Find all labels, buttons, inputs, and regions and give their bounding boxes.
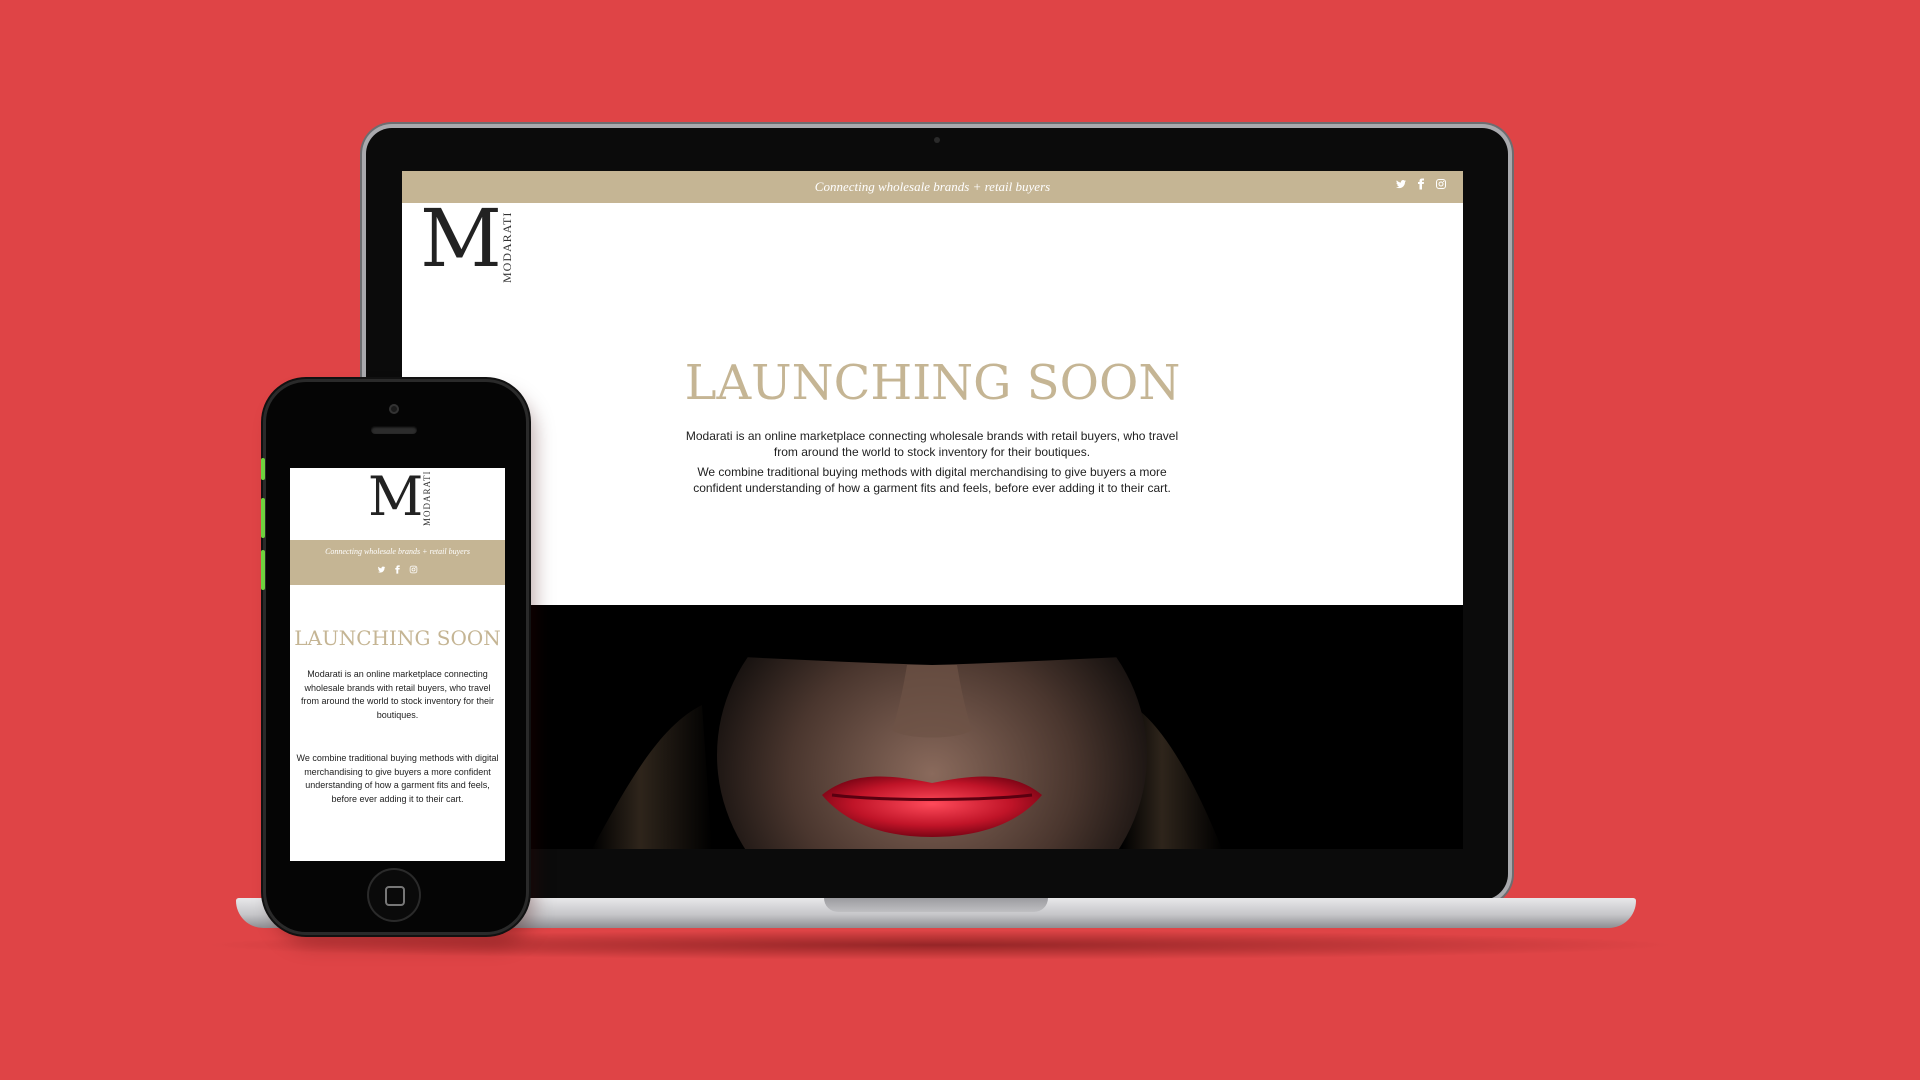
logo-wordmark: MODARATI xyxy=(422,470,432,526)
phone-camera xyxy=(389,404,399,414)
mobile-social-links xyxy=(290,565,505,574)
desktop-hero: M MODARATI LAUNCHING SOON Modarati is an… xyxy=(402,199,1463,605)
intro-paragraph: Modarati is an online marketplace connec… xyxy=(685,429,1179,459)
launching-soon-heading-mobile: LAUNCHING SOON xyxy=(294,626,501,650)
mobile-screen: M MODARATI Connecting wholesale brands +… xyxy=(290,468,505,861)
mobile-tagline: Connecting wholesale brands + retail buy… xyxy=(325,547,470,556)
twitter-icon[interactable] xyxy=(1395,178,1407,190)
desktop-screen: Connecting wholesale brands + retail buy… xyxy=(402,171,1463,849)
home-square-icon xyxy=(385,886,405,906)
phone-device: M MODARATI Connecting wholesale brands +… xyxy=(261,382,526,932)
modarati-logo[interactable]: M MODARATI xyxy=(420,199,530,289)
laptop-camera xyxy=(934,137,940,143)
laptop-notch xyxy=(824,898,1048,912)
instagram-icon[interactable] xyxy=(409,565,418,574)
modarati-logo-mobile[interactable]: M MODARATI xyxy=(368,470,438,534)
logo-letter: M xyxy=(420,192,502,285)
desktop-social-links xyxy=(1395,178,1447,190)
phone-speaker xyxy=(371,426,417,434)
home-button[interactable] xyxy=(369,870,419,920)
description-paragraph: We combine traditional buying methods wi… xyxy=(693,465,1171,495)
mobile-tagline-band: Connecting wholesale brands + retail buy… xyxy=(290,540,505,585)
twitter-icon[interactable] xyxy=(377,565,386,574)
hero-photo xyxy=(402,605,1463,849)
logo-letter: M xyxy=(368,468,424,528)
laptop-shadow xyxy=(200,930,1680,960)
facebook-icon[interactable] xyxy=(1415,178,1427,190)
logo-wordmark: MODARATI xyxy=(500,211,514,283)
facebook-icon[interactable] xyxy=(393,565,402,574)
launching-soon-heading: LAUNCHING SOON xyxy=(684,355,1181,411)
desktop-top-bar: Connecting wholesale brands + retail buy… xyxy=(402,171,1463,203)
desktop-tagline: Connecting wholesale brands + retail buy… xyxy=(814,179,1051,194)
volume-up-button xyxy=(261,498,265,538)
mute-switch xyxy=(261,458,265,480)
intro-paragraph-mobile: Modarati is an online marketplace connec… xyxy=(300,669,495,720)
description-paragraph-mobile: We combine traditional buying methods wi… xyxy=(296,753,499,804)
volume-down-button xyxy=(261,550,265,590)
instagram-icon[interactable] xyxy=(1435,178,1447,190)
